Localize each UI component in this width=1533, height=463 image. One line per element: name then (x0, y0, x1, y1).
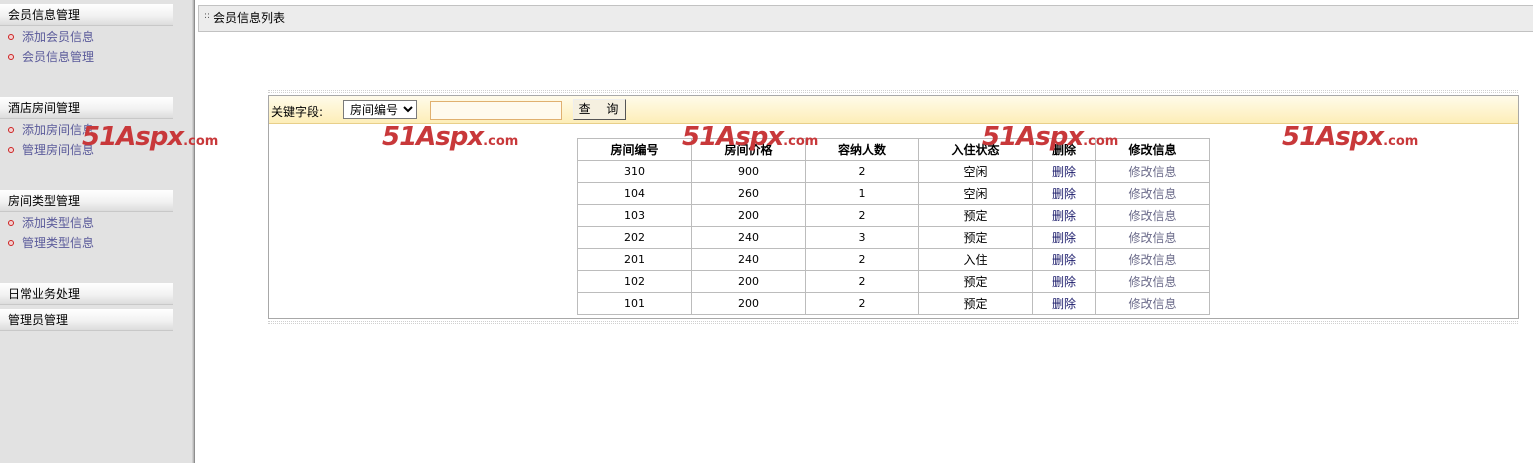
main-content: :: 会员信息列表 关键字段: 房间编号 查 询 房间编号 房间价格 容纳人数 … (82, 0, 1533, 463)
rooms-table-body: 310 900 2 空闲 删除 修改信息 104 260 1 空闲 删除 修改信息 103 200 2 预定删… (577, 160, 1210, 315)
cell-capacity: 2 (805, 160, 919, 183)
table-row: 101 200 2 预定 删除 修改信息 (577, 292, 1210, 315)
cell-room-number: 103 (577, 204, 692, 227)
edit-link[interactable]: 修改信息 (1095, 160, 1210, 183)
cell-status: 空闲 (918, 160, 1033, 183)
sidebar-item-label[interactable]: 会员信息管理 (22, 50, 94, 64)
cell-capacity: 2 (805, 270, 919, 293)
edit-link[interactable]: 修改信息 (1095, 248, 1210, 271)
sidebar-list-room-type: 添加类型信息 管理类型信息 (0, 213, 175, 253)
cell-room-number: 201 (577, 248, 692, 271)
sidebar-header-member[interactable]: 会员信息管理 (0, 4, 173, 26)
divider (268, 321, 1518, 324)
cell-room-price: 200 (691, 292, 806, 315)
search-button[interactable]: 查 询 (573, 99, 626, 120)
sidebar-header-room[interactable]: 酒店房间管理 (0, 97, 173, 119)
cell-status: 预定 (918, 292, 1033, 315)
cell-status: 预定 (918, 226, 1033, 249)
column-header-edit: 修改信息 (1095, 138, 1210, 161)
cell-status: 预定 (918, 270, 1033, 293)
table-header-row: 房间编号 房间价格 容纳人数 入住状态 删除 修改信息 (577, 138, 1210, 161)
table-row: 202 240 3 预定 删除 修改信息 (577, 226, 1210, 249)
cell-capacity: 2 (805, 204, 919, 227)
delete-link[interactable]: 删除 (1032, 160, 1096, 183)
cell-capacity: 3 (805, 226, 919, 249)
cell-room-number: 104 (577, 182, 692, 205)
delete-link[interactable]: 删除 (1032, 204, 1096, 227)
sidebar-item-label[interactable]: 管理类型信息 (22, 236, 94, 250)
cell-capacity: 1 (805, 182, 919, 205)
search-label: 关键字段: (271, 105, 324, 119)
table-row: 102 200 2 预定 删除 修改信息 (577, 270, 1210, 293)
sidebar-item-manage-room[interactable]: 管理房间信息 (0, 140, 175, 160)
cell-room-number: 102 (577, 270, 692, 293)
table-row: 310 900 2 空闲 删除 修改信息 (577, 160, 1210, 183)
cell-capacity: 2 (805, 292, 919, 315)
edit-link[interactable]: 修改信息 (1095, 226, 1210, 249)
column-header-delete: 删除 (1032, 138, 1096, 161)
sidebar-item-label[interactable]: 添加房间信息 (22, 123, 94, 137)
cell-status: 入住 (918, 248, 1033, 271)
title-bar: :: 会员信息列表 (198, 5, 1533, 32)
cell-room-number: 101 (577, 292, 692, 315)
sidebar: 会员信息管理 添加会员信息 会员信息管理 酒店房间管理 添加房间信息 管理房间信… (0, 0, 192, 463)
cell-capacity: 2 (805, 248, 919, 271)
column-header-capacity: 容纳人数 (805, 138, 919, 161)
column-header-room-number: 房间编号 (577, 138, 692, 161)
cell-status: 预定 (918, 204, 1033, 227)
cell-room-price: 900 (691, 160, 806, 183)
edit-link[interactable]: 修改信息 (1095, 204, 1210, 227)
rooms-table: 房间编号 房间价格 容纳人数 入住状态 删除 修改信息 310 900 2 空闲 删除修… (577, 138, 1210, 315)
search-bar: 关键字段: 房间编号 查 询 (269, 96, 1518, 124)
sidebar-item-label[interactable]: 添加会员信息 (22, 30, 94, 44)
bullet-icon (8, 147, 14, 153)
cell-room-price: 200 (691, 270, 806, 293)
edit-link[interactable]: 修改信息 (1095, 182, 1210, 205)
sidebar-list-room: 添加房间信息 管理房间信息 (0, 120, 175, 160)
bullet-icon (8, 127, 14, 133)
cell-status: 空闲 (918, 182, 1033, 205)
search-field-select[interactable]: 房间编号 (343, 100, 417, 119)
delete-link[interactable]: 删除 (1032, 292, 1096, 315)
delete-link[interactable]: 删除 (1032, 226, 1096, 249)
sidebar-item-add-room[interactable]: 添加房间信息 (0, 120, 175, 140)
cell-room-price: 240 (691, 248, 806, 271)
grip-icon: :: (204, 11, 211, 21)
table-row: 103 200 2 预定 删除 修改信息 (577, 204, 1210, 227)
cell-room-number: 202 (577, 226, 692, 249)
delete-link[interactable]: 删除 (1032, 248, 1096, 271)
cell-room-price: 240 (691, 226, 806, 249)
sidebar-item-label[interactable]: 管理房间信息 (22, 143, 94, 157)
divider (268, 90, 1518, 93)
sidebar-item-add-type[interactable]: 添加类型信息 (0, 213, 175, 233)
table-row: 104 260 1 空闲 删除 修改信息 (577, 182, 1210, 205)
search-input[interactable] (430, 101, 562, 120)
bullet-icon (8, 54, 14, 60)
column-header-room-price: 房间价格 (691, 138, 806, 161)
sidebar-list-member: 添加会员信息 会员信息管理 (0, 27, 175, 67)
bullet-icon (8, 34, 14, 40)
column-header-status: 入住状态 (918, 138, 1033, 161)
sidebar-header-daily[interactable]: 日常业务处理 (0, 283, 173, 305)
bullet-icon (8, 220, 14, 226)
sidebar-header-room-type[interactable]: 房间类型管理 (0, 190, 173, 212)
cell-room-number: 310 (577, 160, 692, 183)
sidebar-item-manage-type[interactable]: 管理类型信息 (0, 233, 175, 253)
sidebar-item-label[interactable]: 添加类型信息 (22, 216, 94, 230)
delete-link[interactable]: 删除 (1032, 182, 1096, 205)
table-row: 201 240 2 入住 删除 修改信息 (577, 248, 1210, 271)
cell-room-price: 260 (691, 182, 806, 205)
edit-link[interactable]: 修改信息 (1095, 270, 1210, 293)
sidebar-item-manage-member[interactable]: 会员信息管理 (0, 47, 175, 67)
edit-link[interactable]: 修改信息 (1095, 292, 1210, 315)
sidebar-item-add-member[interactable]: 添加会员信息 (0, 27, 175, 47)
sidebar-header-admin[interactable]: 管理员管理 (0, 309, 173, 331)
cell-room-price: 200 (691, 204, 806, 227)
bullet-icon (8, 240, 14, 246)
delete-link[interactable]: 删除 (1032, 270, 1096, 293)
page-title: 会员信息列表 (213, 11, 286, 25)
